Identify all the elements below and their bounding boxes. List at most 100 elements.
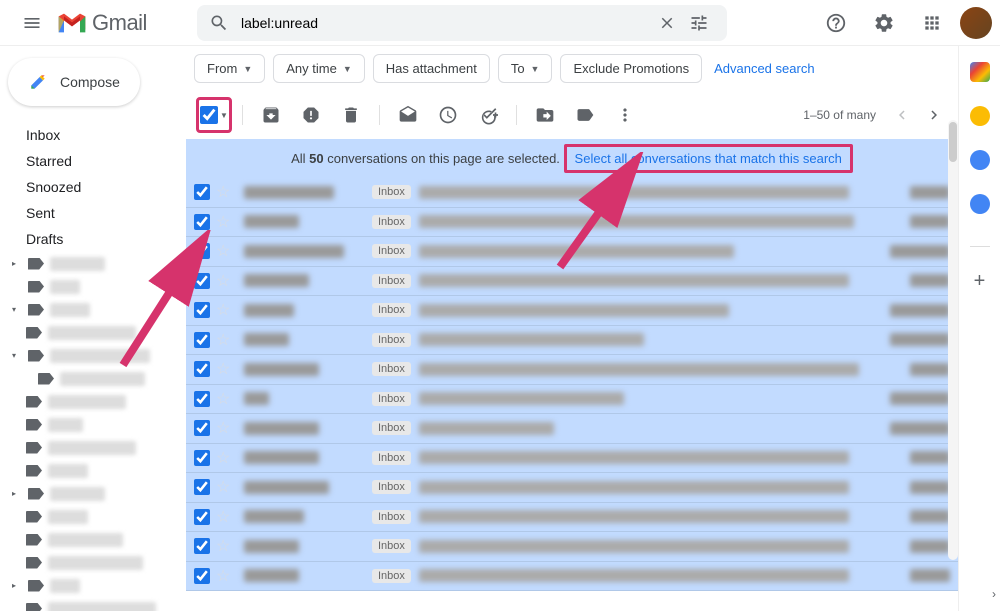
filter-anytime[interactable]: Any time▼	[273, 54, 365, 83]
snooze-button[interactable]	[430, 97, 466, 133]
account-avatar[interactable]	[960, 7, 992, 39]
label-item[interactable]: ▾	[0, 344, 186, 367]
compose-button[interactable]: Compose	[8, 58, 140, 106]
expand-icon[interactable]: ▸	[12, 581, 22, 590]
archive-button[interactable]	[253, 97, 289, 133]
star-button[interactable]: ☆	[216, 271, 234, 291]
star-button[interactable]: ☆	[216, 241, 234, 261]
email-row[interactable]: ☆ Inbox	[186, 267, 958, 297]
expand-icon[interactable]: ▸	[12, 259, 22, 268]
email-row[interactable]: ☆ Inbox	[186, 296, 958, 326]
tasks-addon[interactable]	[970, 150, 990, 170]
filter-attachment[interactable]: Has attachment	[373, 54, 490, 83]
keep-addon[interactable]	[970, 106, 990, 126]
email-row[interactable]: ☆ Inbox	[186, 444, 958, 474]
contacts-addon[interactable]	[970, 194, 990, 214]
move-to-button[interactable]	[527, 97, 563, 133]
star-button[interactable]: ☆	[216, 536, 234, 556]
row-checkbox[interactable]	[194, 509, 210, 525]
row-checkbox[interactable]	[194, 302, 210, 318]
email-row[interactable]: ☆ Inbox	[186, 473, 958, 503]
row-checkbox[interactable]	[194, 420, 210, 436]
label-item[interactable]: ▸	[0, 252, 186, 275]
label-item[interactable]	[0, 390, 186, 413]
label-item[interactable]	[0, 321, 186, 344]
search-input[interactable]	[241, 15, 651, 31]
email-row[interactable]: ☆ Inbox	[186, 532, 958, 562]
star-button[interactable]: ☆	[216, 330, 234, 350]
search-options-button[interactable]	[683, 7, 715, 39]
email-row[interactable]: ☆ Inbox	[186, 355, 958, 385]
settings-button[interactable]	[864, 3, 904, 43]
advanced-search-link[interactable]: Advanced search	[714, 61, 814, 76]
label-item[interactable]	[0, 367, 186, 390]
next-page-button[interactable]	[920, 101, 948, 129]
gmail-logo[interactable]: Gmail	[56, 10, 147, 36]
label-item[interactable]	[0, 436, 186, 459]
filter-to[interactable]: To▼	[498, 54, 553, 83]
email-row[interactable]: ☆ Inbox	[186, 208, 958, 238]
email-row[interactable]: ☆ Inbox	[186, 326, 958, 356]
row-checkbox[interactable]	[194, 361, 210, 377]
star-button[interactable]: ☆	[216, 300, 234, 320]
star-button[interactable]: ☆	[216, 359, 234, 379]
row-checkbox[interactable]	[194, 184, 210, 200]
star-button[interactable]: ☆	[216, 507, 234, 527]
select-all-input[interactable]	[200, 106, 218, 124]
label-item[interactable]	[0, 505, 186, 528]
select-all-matching-link[interactable]: Select all conversations that match this…	[564, 144, 853, 173]
email-row[interactable]: ☆ Inbox	[186, 503, 958, 533]
more-button[interactable]	[607, 97, 643, 133]
row-checkbox[interactable]	[194, 214, 210, 230]
email-row[interactable]: ☆ Inbox	[186, 385, 958, 415]
label-item[interactable]	[0, 275, 186, 298]
email-row[interactable]: ☆ Inbox	[186, 562, 958, 592]
label-item[interactable]: ▸	[0, 482, 186, 505]
label-item[interactable]: ▾	[0, 298, 186, 321]
star-button[interactable]: ☆	[216, 418, 234, 438]
report-spam-button[interactable]	[293, 97, 329, 133]
add-addon-button[interactable]: +	[970, 271, 990, 291]
nav-drafts[interactable]: Drafts	[0, 226, 186, 252]
star-button[interactable]: ☆	[216, 389, 234, 409]
row-checkbox[interactable]	[194, 538, 210, 554]
calendar-addon[interactable]	[970, 62, 990, 82]
clear-search-button[interactable]	[651, 7, 683, 39]
star-button[interactable]: ☆	[216, 477, 234, 497]
filter-exclude-promotions[interactable]: Exclude Promotions	[560, 54, 702, 83]
expand-icon[interactable]: ▸	[12, 489, 22, 498]
email-row[interactable]: ☆ Inbox	[186, 414, 958, 444]
star-button[interactable]: ☆	[216, 182, 234, 202]
search-box[interactable]	[197, 5, 727, 41]
row-checkbox[interactable]	[194, 332, 210, 348]
row-checkbox[interactable]	[194, 450, 210, 466]
main-menu-button[interactable]	[8, 0, 56, 47]
collapse-icon[interactable]: ▾	[12, 351, 22, 360]
email-row[interactable]: ☆ Inbox	[186, 237, 958, 267]
mark-read-button[interactable]	[390, 97, 426, 133]
row-checkbox[interactable]	[194, 391, 210, 407]
select-all-checkbox[interactable]: ▼	[196, 97, 232, 133]
star-button[interactable]: ☆	[216, 448, 234, 468]
add-to-tasks-button[interactable]	[470, 97, 506, 133]
nav-snoozed[interactable]: Snoozed	[0, 174, 186, 200]
label-item[interactable]	[0, 597, 186, 611]
main-scrollbar[interactable]	[948, 120, 958, 560]
nav-starred[interactable]: Starred	[0, 148, 186, 174]
panel-collapse-icon[interactable]: ›	[992, 587, 996, 601]
row-checkbox[interactable]	[194, 479, 210, 495]
filter-from[interactable]: From▼	[194, 54, 265, 83]
row-checkbox[interactable]	[194, 568, 210, 584]
row-checkbox[interactable]	[194, 243, 210, 259]
label-item[interactable]	[0, 551, 186, 574]
collapse-icon[interactable]: ▾	[12, 305, 22, 314]
scrollbar-thumb[interactable]	[949, 122, 957, 162]
label-item[interactable]	[0, 528, 186, 551]
label-item[interactable]	[0, 459, 186, 482]
delete-button[interactable]	[333, 97, 369, 133]
support-button[interactable]	[816, 3, 856, 43]
nav-sent[interactable]: Sent	[0, 200, 186, 226]
label-item[interactable]: ▸	[0, 574, 186, 597]
star-button[interactable]: ☆	[216, 212, 234, 232]
chevron-down-icon[interactable]: ▼	[220, 111, 228, 120]
